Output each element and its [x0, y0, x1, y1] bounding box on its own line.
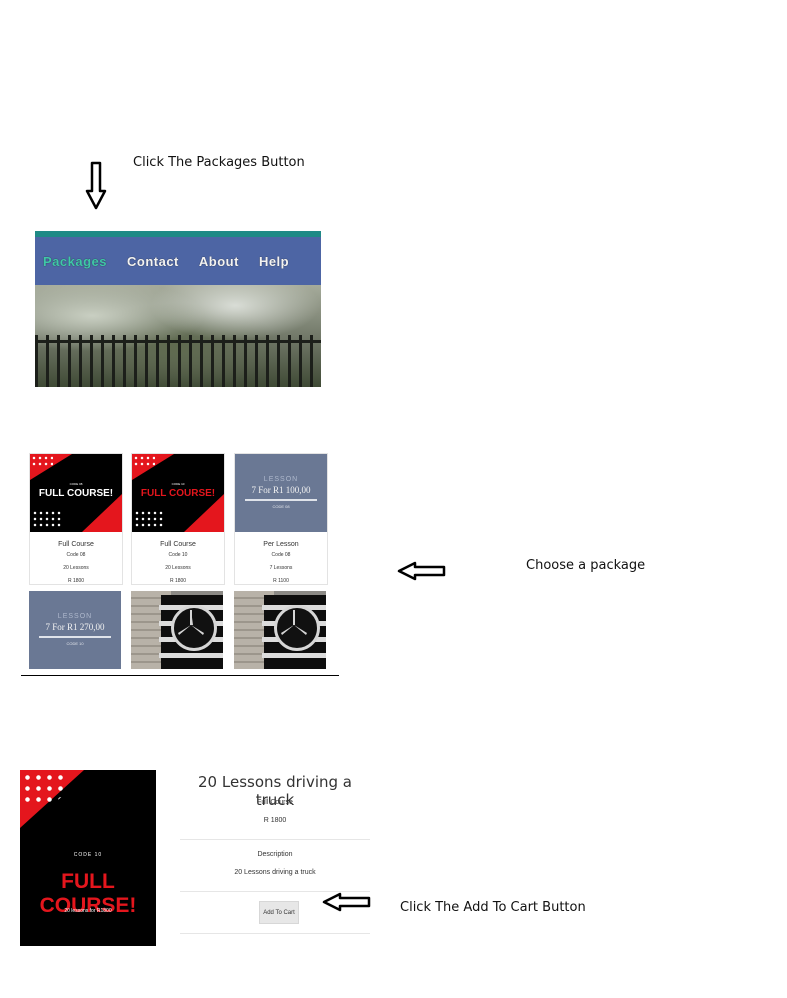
product-category: Full Course	[257, 799, 293, 806]
instruction-step-2: Choose a package	[526, 558, 646, 573]
image-heading: FULL COURSE!	[140, 488, 216, 499]
roof-shape	[20, 776, 156, 830]
divider	[245, 499, 317, 501]
image-code: CODE 10	[171, 482, 185, 486]
divider	[180, 839, 370, 840]
image-heading: LESSON	[263, 476, 299, 483]
divider	[180, 933, 370, 934]
divider	[39, 636, 111, 638]
red-corner	[82, 494, 122, 532]
package-card[interactable]: CODE 08 FULL COURSE! Full Course Code 08…	[29, 453, 123, 585]
package-image: CODE 08 FULL COURSE!	[30, 454, 122, 532]
dots-decoration	[31, 455, 53, 467]
package-price: R 1800	[169, 578, 187, 584]
nav-packages-button[interactable]: Packages	[43, 254, 107, 269]
package-lessons: 20 Lessons	[165, 565, 191, 571]
package-card[interactable]: LESSON 7 For R1 270,00 CODE 10	[29, 591, 123, 671]
nav-about-link[interactable]: About	[199, 254, 239, 269]
hero-image	[35, 285, 321, 387]
divider	[21, 675, 339, 676]
package-card[interactable]: LESSON 7 For R1 100,00 CODE 08 Per Lesso…	[234, 453, 328, 585]
package-image: LESSON 7 For R1 100,00 CODE 08	[235, 454, 327, 532]
package-code: Code 08	[66, 552, 86, 558]
add-to-cart-button[interactable]: Add To Cart	[259, 901, 299, 924]
left-arrow-icon	[397, 561, 446, 581]
nav-bar: Packages Contact About Help	[35, 237, 321, 285]
image-heading: LESSON	[57, 613, 93, 620]
dots-decoration	[134, 510, 164, 528]
package-lessons: 20 Lessons	[63, 565, 89, 571]
product-image: CODE 10 FULL COURSE! 20 lessons for R180…	[20, 770, 156, 946]
image-heading: FULL COURSE!	[38, 488, 114, 499]
package-code: Code 08	[271, 552, 291, 558]
nav-help-link[interactable]: Help	[259, 254, 289, 269]
description-label: Description	[257, 851, 293, 858]
grille-slat	[262, 653, 326, 658]
site-preview: Packages Contact About Help	[35, 231, 321, 387]
image-code: CODE 10	[66, 641, 84, 646]
mercedes-star-icon	[274, 605, 320, 651]
image-subtitle: 20 lessons for R1800	[64, 908, 112, 914]
image-price: 7 For R1 100,00	[251, 485, 311, 495]
grille-slat	[159, 653, 223, 658]
image-code: CODE 08	[272, 504, 290, 509]
fence	[35, 335, 321, 387]
package-title: Full Course	[160, 541, 196, 548]
instruction-step-3: Click The Add To Cart Button	[400, 900, 586, 915]
package-card[interactable]: CODE 10 FULL COURSE! Full Course Code 10…	[131, 453, 225, 585]
package-price: R 1100	[273, 578, 289, 584]
package-image	[131, 591, 223, 669]
package-lessons: 7 Lessons	[269, 565, 293, 571]
package-card[interactable]	[131, 591, 225, 671]
nav-contact-link[interactable]: Contact	[127, 254, 179, 269]
red-corner	[184, 494, 224, 532]
package-code: Code 10	[168, 552, 188, 558]
package-title: Full Course	[58, 541, 94, 548]
dots-decoration	[32, 510, 62, 528]
left-arrow-icon	[322, 892, 371, 912]
dots-decoration	[133, 455, 155, 467]
package-title: Per Lesson	[263, 541, 299, 548]
product-price: R 1800	[263, 817, 287, 824]
instruction-step-1: Click The Packages Button	[133, 155, 305, 170]
package-image: LESSON 7 For R1 270,00 CODE 10	[29, 591, 121, 669]
mercedes-star-icon	[171, 605, 217, 651]
package-card[interactable]	[234, 591, 328, 671]
image-price: 7 For R1 270,00	[45, 622, 105, 632]
down-arrow-icon	[85, 161, 107, 210]
image-code: CODE 10	[73, 852, 103, 858]
product-description: 20 Lessons driving a truck	[234, 869, 316, 876]
image-code: CODE 08	[69, 482, 83, 486]
package-price: R 1800	[67, 578, 85, 584]
package-image	[234, 591, 326, 669]
package-image: CODE 10 FULL COURSE!	[132, 454, 224, 532]
